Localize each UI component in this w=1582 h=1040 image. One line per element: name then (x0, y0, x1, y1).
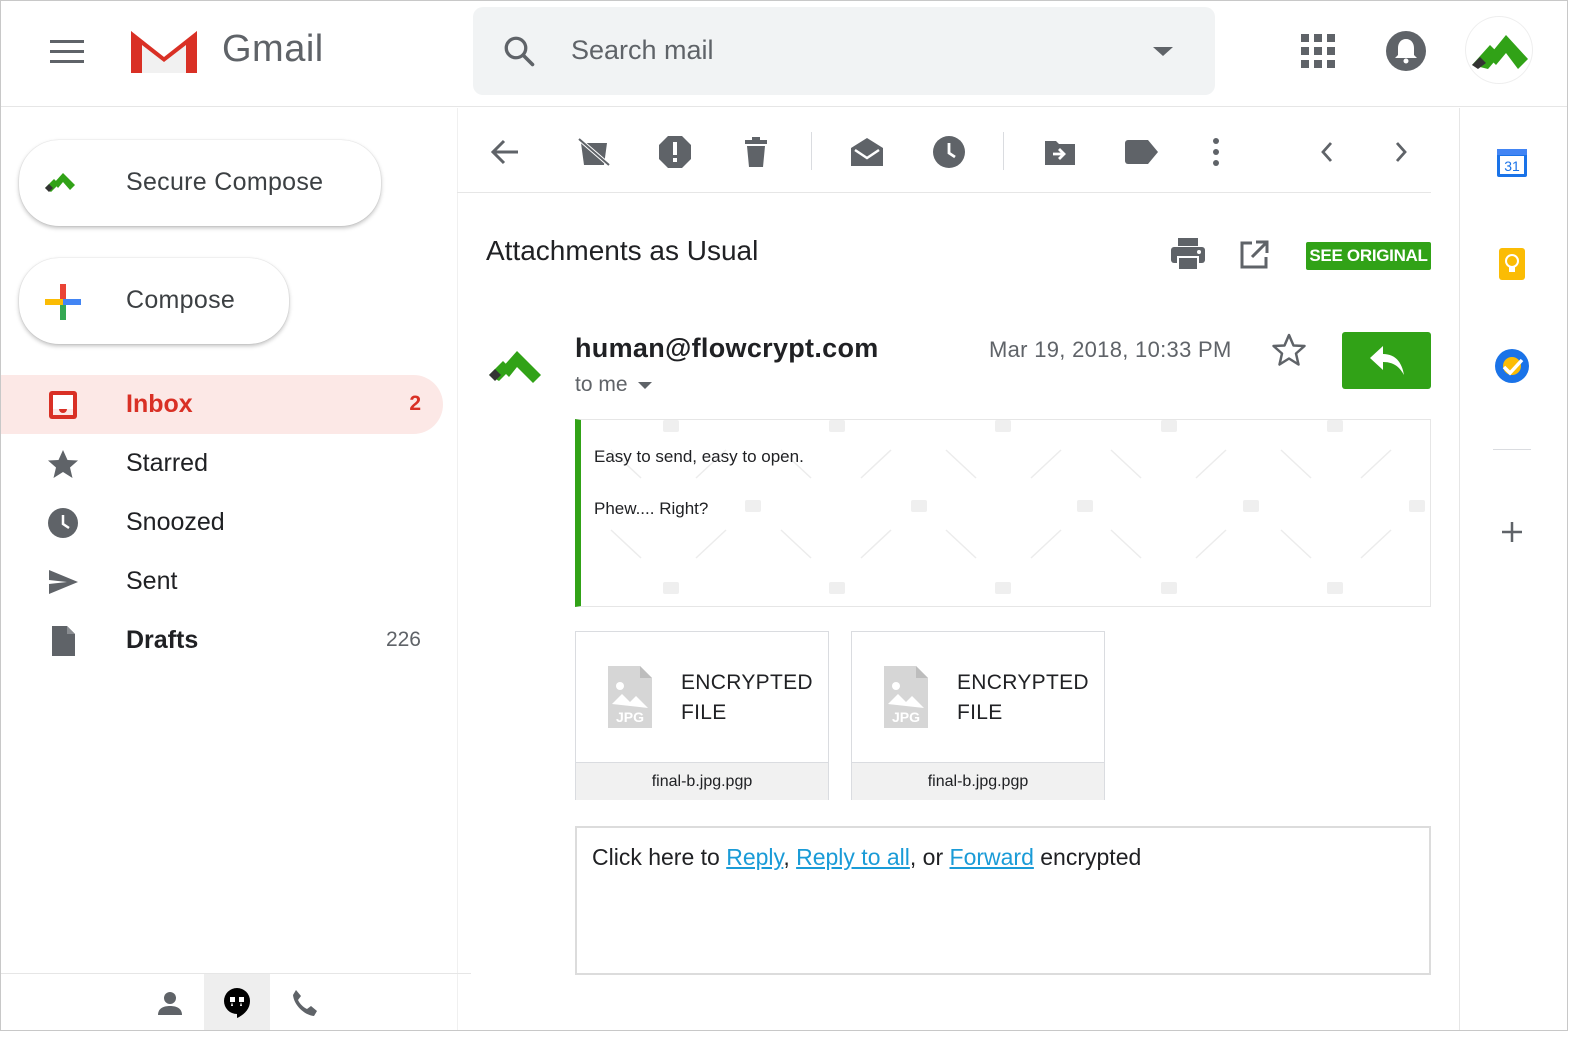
toolbar-divider (1003, 132, 1004, 170)
secure-compose-button[interactable]: Secure Compose (19, 140, 381, 226)
sidebar-item-label: Drafts (126, 626, 199, 654)
inbox-icon (49, 391, 77, 419)
tasks-icon[interactable] (1494, 348, 1530, 384)
star-icon[interactable] (1271, 333, 1307, 367)
send-icon (49, 570, 78, 594)
contacts-icon[interactable] (137, 974, 203, 1030)
sidebar-item-drafts[interactable]: Drafts 226 (1, 611, 443, 670)
message-toolbar (457, 108, 1431, 193)
svg-text:JPG: JPG (616, 709, 644, 725)
compose-label: Compose (126, 286, 236, 314)
message-date: Mar 19, 2018, 10:33 PM (989, 337, 1232, 362)
body-text-line: Phew.... Right? (594, 499, 709, 518)
search-input[interactable]: Search mail (571, 35, 714, 66)
chevron-down-icon[interactable] (637, 381, 652, 389)
svg-text:31: 31 (1504, 158, 1520, 174)
message-subject: Attachments as Usual (486, 235, 759, 266)
back-arrow-icon[interactable] (485, 132, 525, 172)
sidebar-item-label: Sent (126, 567, 178, 595)
add-addon-icon[interactable] (1494, 514, 1530, 550)
notifications-icon[interactable] (1385, 29, 1427, 73)
side-panel: 31 (1459, 108, 1567, 1030)
attachment-type-label: ENCRYPTED FILE (681, 671, 813, 724)
sidebar-item-sent[interactable]: Sent (1, 552, 443, 611)
hangouts-bar (1, 973, 471, 1030)
sidebar-item-starred[interactable]: Starred (1, 434, 443, 493)
attachment-filename: final-b.jpg.pgp (852, 762, 1104, 800)
gmail-window: Gmail Search mail Secure Compose Compose… (0, 0, 1568, 1031)
attachment-card[interactable]: JPG ENCRYPTED FILE final-b.jpg.pgp (575, 631, 829, 800)
older-chevron-icon[interactable] (1381, 132, 1421, 172)
newer-chevron-icon[interactable] (1307, 132, 1347, 172)
unread-count: 2 (409, 392, 421, 415)
recipient-dropdown[interactable]: to me (575, 373, 652, 397)
plus-icon (45, 284, 81, 320)
apps-grid-icon[interactable] (1301, 34, 1335, 68)
encrypted-reply-box[interactable]: Click here to Reply, Reply to all, or Fo… (575, 826, 1431, 975)
jpg-file-icon: JPG (608, 666, 652, 728)
search-icon[interactable] (501, 33, 537, 69)
flowcrypt-logo-icon (45, 173, 75, 192)
search-bar[interactable]: Search mail (473, 7, 1215, 95)
sidebar-item-snoozed[interactable]: Snoozed (1, 493, 443, 552)
reply-arrow-icon (1369, 345, 1404, 375)
forward-link[interactable]: Forward (950, 844, 1034, 870)
sidebar-item-label: Snoozed (126, 508, 225, 536)
keep-icon[interactable] (1494, 246, 1530, 282)
sidebar-item-inbox[interactable]: Inbox 2 (1, 375, 443, 434)
reply-all-link[interactable]: Reply to all (796, 844, 910, 870)
attachment-filename: final-b.jpg.pgp (576, 762, 828, 800)
search-options-icon[interactable] (1153, 47, 1173, 56)
gmail-wordmark: Gmail (222, 28, 324, 70)
hangouts-icon[interactable] (204, 974, 270, 1030)
top-bar: Gmail Search mail (1, 1, 1567, 107)
clock-icon (48, 508, 78, 538)
more-options-icon[interactable] (1196, 132, 1236, 172)
side-panel-divider (1493, 449, 1531, 450)
gmail-logo-icon[interactable] (129, 25, 199, 82)
encrypted-reply-button[interactable] (1342, 332, 1431, 389)
report-spam-icon[interactable] (655, 132, 695, 172)
snooze-icon[interactable] (929, 132, 969, 172)
left-sidebar: Secure Compose Compose Inbox 2 Starred S… (1, 108, 471, 1030)
recipient-label: to me (575, 373, 628, 396)
sender-email: human@flowcrypt.com (575, 333, 879, 363)
compose-button[interactable]: Compose (19, 258, 289, 344)
calendar-icon[interactable]: 31 (1494, 144, 1530, 180)
star-icon (48, 450, 78, 478)
main-menu-icon[interactable] (41, 31, 93, 71)
jpg-file-icon: JPG (884, 666, 928, 728)
toolbar-divider (811, 132, 812, 170)
print-icon[interactable] (1169, 237, 1207, 271)
body-text-line: Easy to send, easy to open. (594, 447, 804, 466)
secure-compose-label: Secure Compose (126, 168, 324, 196)
sender-avatar (489, 351, 541, 383)
attachment-card[interactable]: JPG ENCRYPTED FILE final-b.jpg.pgp (851, 631, 1105, 800)
sidebar-item-label: Starred (126, 449, 208, 477)
reply-link[interactable]: Reply (726, 844, 783, 870)
drafts-count: 226 (385, 628, 421, 651)
open-in-new-window-icon[interactable] (1238, 239, 1270, 271)
archive-icon[interactable] (574, 132, 614, 172)
attachment-type-label: ENCRYPTED FILE (957, 671, 1089, 724)
draft-icon (52, 626, 75, 656)
mark-unread-icon[interactable] (847, 132, 887, 172)
svg-text:JPG: JPG (892, 709, 920, 725)
reply-prompt: Click here to Reply, Reply to all, or Fo… (592, 844, 1142, 870)
folder-list: Inbox 2 Starred Snoozed Sent Drafts 226 (1, 375, 458, 670)
delete-icon[interactable] (736, 132, 776, 172)
move-to-icon[interactable] (1040, 132, 1080, 172)
phone-icon[interactable] (271, 974, 337, 1030)
encrypted-message-body: Easy to send, easy to open. Phew.... Rig… (575, 419, 1431, 607)
sidebar-item-label: Inbox (126, 390, 193, 418)
label-icon[interactable] (1121, 132, 1161, 172)
see-original-button[interactable]: SEE ORIGINAL (1306, 242, 1431, 270)
account-avatar[interactable] (1466, 17, 1532, 83)
